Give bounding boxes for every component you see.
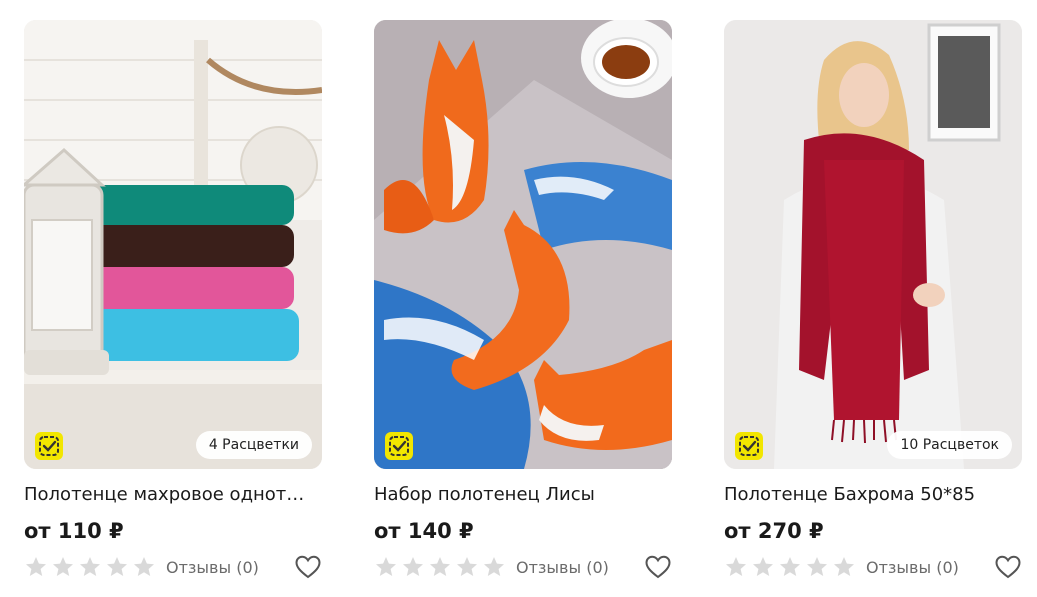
- product-price: от 140 ₽: [374, 519, 474, 543]
- reviews-link[interactable]: Отзывы (0): [516, 558, 609, 577]
- reviews-link[interactable]: Отзывы (0): [166, 558, 259, 577]
- product-title[interactable]: Полотенце махровое однот…: [24, 484, 322, 506]
- star-icon: [403, 557, 423, 576]
- verified-check-icon: [735, 432, 763, 460]
- reviews-link[interactable]: Отзывы (0): [866, 558, 959, 577]
- heart-outline-icon[interactable]: [644, 553, 672, 581]
- colors-count-badge: 4 Расцветки: [195, 431, 312, 459]
- product-photo-towels[interactable]: 4 Расцветки: [24, 20, 322, 469]
- rating-stars: [724, 555, 856, 579]
- heart-outline-icon[interactable]: [994, 553, 1022, 581]
- verified-check-icon: [35, 432, 63, 460]
- rating-stars: [24, 555, 156, 579]
- star-icon: [457, 557, 477, 576]
- product-card[interactable]: Набор полотенец Лисы от 140 ₽ Отзывы (0): [374, 20, 672, 581]
- star-icon: [753, 557, 773, 576]
- product-price: от 270 ₽: [724, 519, 824, 543]
- star-icon: [726, 557, 746, 576]
- product-title[interactable]: Набор полотенец Лисы: [374, 484, 672, 506]
- product-card[interactable]: 4 Расцветки Полотенце махровое однот… от…: [24, 20, 322, 581]
- rating-stars: [374, 555, 506, 579]
- star-icon: [26, 557, 46, 576]
- star-icon: [80, 557, 100, 576]
- colors-count-badge: 10 Расцветок: [887, 431, 1012, 459]
- star-icon: [484, 557, 504, 576]
- star-icon: [376, 557, 396, 576]
- product-grid: 4 Расцветки Полотенце махровое однот… от…: [0, 0, 1037, 597]
- product-card[interactable]: 10 Расцветок Полотенце Бахрома 50*85 от …: [724, 20, 1022, 581]
- star-icon: [807, 557, 827, 576]
- star-icon: [834, 557, 854, 576]
- heart-outline-icon[interactable]: [294, 553, 322, 581]
- star-icon: [134, 557, 154, 576]
- product-title[interactable]: Полотенце Бахрома 50*85: [724, 484, 1022, 506]
- product-price: от 110 ₽: [24, 519, 124, 543]
- star-icon: [780, 557, 800, 576]
- product-photo-fox-towels[interactable]: [374, 20, 672, 469]
- star-icon: [53, 557, 73, 576]
- star-icon: [107, 557, 127, 576]
- verified-check-icon: [385, 432, 413, 460]
- product-photo-fringe-towel[interactable]: 10 Расцветок: [724, 20, 1022, 469]
- star-icon: [430, 557, 450, 576]
